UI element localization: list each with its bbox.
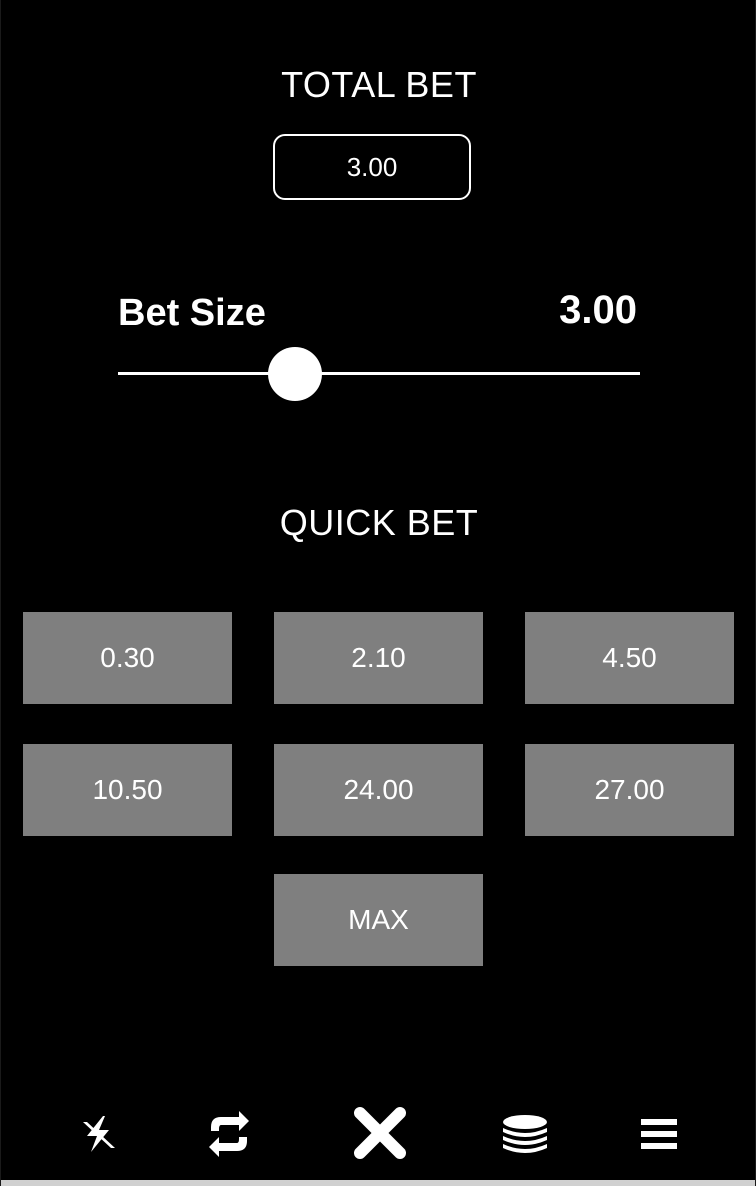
bet-settings-screen: TOTAL BET 3.00 Bet Size 3.00 QUICK BET 0… bbox=[0, 0, 756, 1186]
close-icon[interactable] bbox=[347, 1100, 413, 1166]
autoplay-icon[interactable] bbox=[199, 1104, 259, 1164]
quick-bet-button[interactable]: 2.10 bbox=[274, 612, 483, 704]
quick-bet-button[interactable]: 24.00 bbox=[274, 744, 483, 836]
total-bet-title: TOTAL BET bbox=[281, 64, 477, 105]
quick-bet-button[interactable]: 0.30 bbox=[23, 612, 232, 704]
slider-thumb[interactable] bbox=[268, 347, 323, 401]
quick-bet-button[interactable]: 10.50 bbox=[23, 744, 232, 836]
quick-bet-title: QUICK BET bbox=[279, 502, 479, 543]
turbo-icon[interactable] bbox=[69, 1104, 129, 1164]
slider-track[interactable] bbox=[118, 372, 640, 375]
max-bet-button[interactable]: MAX bbox=[274, 874, 483, 966]
bottom-edge bbox=[1, 1180, 755, 1186]
total-bet-value: 3.00 bbox=[346, 151, 398, 182]
total-bet-value-box: 3.00 bbox=[273, 134, 471, 200]
coins-icon[interactable] bbox=[495, 1104, 555, 1164]
bet-size-slider[interactable] bbox=[118, 345, 640, 401]
bet-size-label: Bet Size bbox=[118, 292, 266, 334]
quick-bet-button[interactable]: 27.00 bbox=[525, 744, 734, 836]
bet-size-value: 3.00 bbox=[559, 288, 637, 332]
quick-bet-button[interactable]: 4.50 bbox=[525, 612, 734, 704]
menu-icon[interactable] bbox=[629, 1104, 689, 1164]
